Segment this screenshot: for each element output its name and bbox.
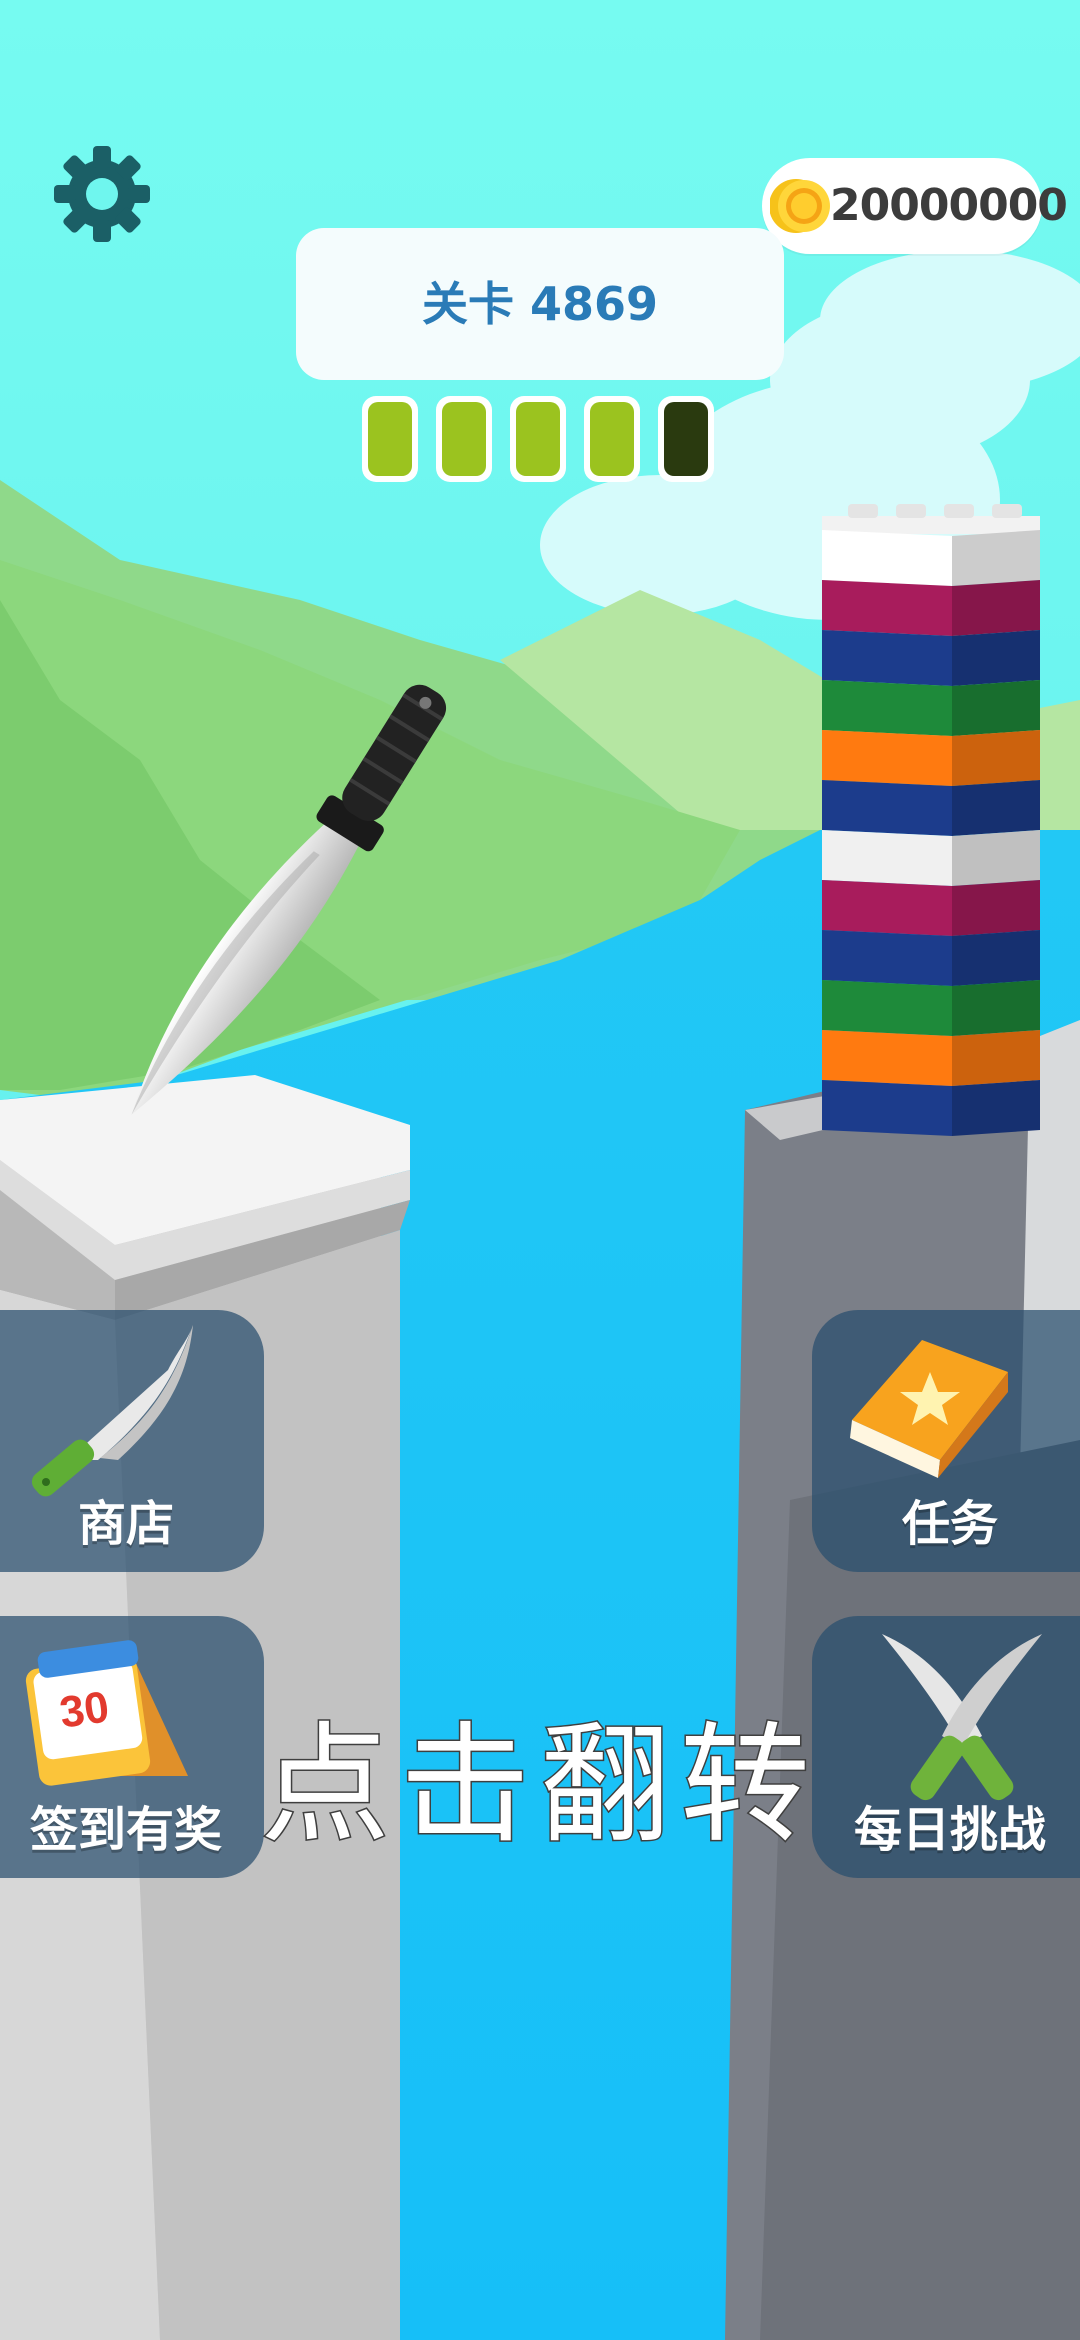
stage-segment-complete: [442, 402, 486, 476]
stage-segment-complete: [368, 402, 412, 476]
tap-to-flip-hint: 点击翻转: [258, 1708, 820, 1863]
tower-block-side: [952, 780, 1040, 836]
tower-block: [822, 680, 952, 736]
tower-block: [822, 1080, 952, 1136]
gear-icon: [54, 146, 150, 242]
tower-block-side: [952, 580, 1040, 636]
tower-block: [822, 580, 952, 636]
level-label: 关卡 4869: [421, 277, 659, 331]
tower-stud: [944, 504, 974, 518]
tower-block-side: [952, 1030, 1040, 1086]
block-tower: [822, 504, 1040, 1136]
tower-block-side: [952, 980, 1040, 1036]
tower-block-side: [952, 880, 1040, 936]
tower-block: [822, 830, 952, 886]
stage-segment: [658, 396, 714, 482]
shop-button[interactable]: 商店: [0, 1310, 264, 1572]
tower-block: [822, 730, 952, 786]
tower-stud: [896, 504, 926, 518]
stage-segment-complete: [590, 402, 634, 476]
tower-block: [822, 980, 952, 1036]
stage-segment: [436, 396, 492, 482]
tower-block-side: [952, 830, 1040, 886]
stage-segment: [510, 396, 566, 482]
tower-block-side: [952, 530, 1040, 586]
coin-icon: [770, 179, 830, 233]
tower-block: [822, 530, 952, 586]
settings-button[interactable]: [52, 144, 152, 244]
tasks-label: 任务: [901, 1496, 998, 1552]
tower-block-side: [952, 730, 1040, 786]
tower-block: [822, 880, 952, 936]
level-card: 关卡 4869: [296, 228, 784, 380]
tower-block-side: [952, 1080, 1040, 1136]
tower-block-side: [952, 930, 1040, 986]
coin-count: 20000000: [830, 180, 1068, 231]
tower-block: [822, 630, 952, 686]
coin-counter[interactable]: 20000000: [762, 158, 1068, 254]
stage-segment-current: [664, 402, 708, 476]
tasks-button[interactable]: 任务: [812, 1310, 1080, 1572]
star-book-icon: [850, 1340, 1008, 1478]
tower-cap: [822, 516, 1040, 534]
tower-stud: [848, 504, 878, 518]
stage-segment-complete: [516, 402, 560, 476]
stage-segment: [362, 396, 418, 482]
knife-icon: [31, 1325, 193, 1497]
stage-segment: [584, 396, 640, 482]
tower-block-side: [952, 680, 1040, 736]
tower-block: [822, 1030, 952, 1086]
tower-block-side: [952, 630, 1040, 686]
tower-block: [822, 930, 952, 986]
shop-label: 商店: [77, 1496, 174, 1552]
tower-block: [822, 780, 952, 836]
tower-stud: [992, 504, 1022, 518]
